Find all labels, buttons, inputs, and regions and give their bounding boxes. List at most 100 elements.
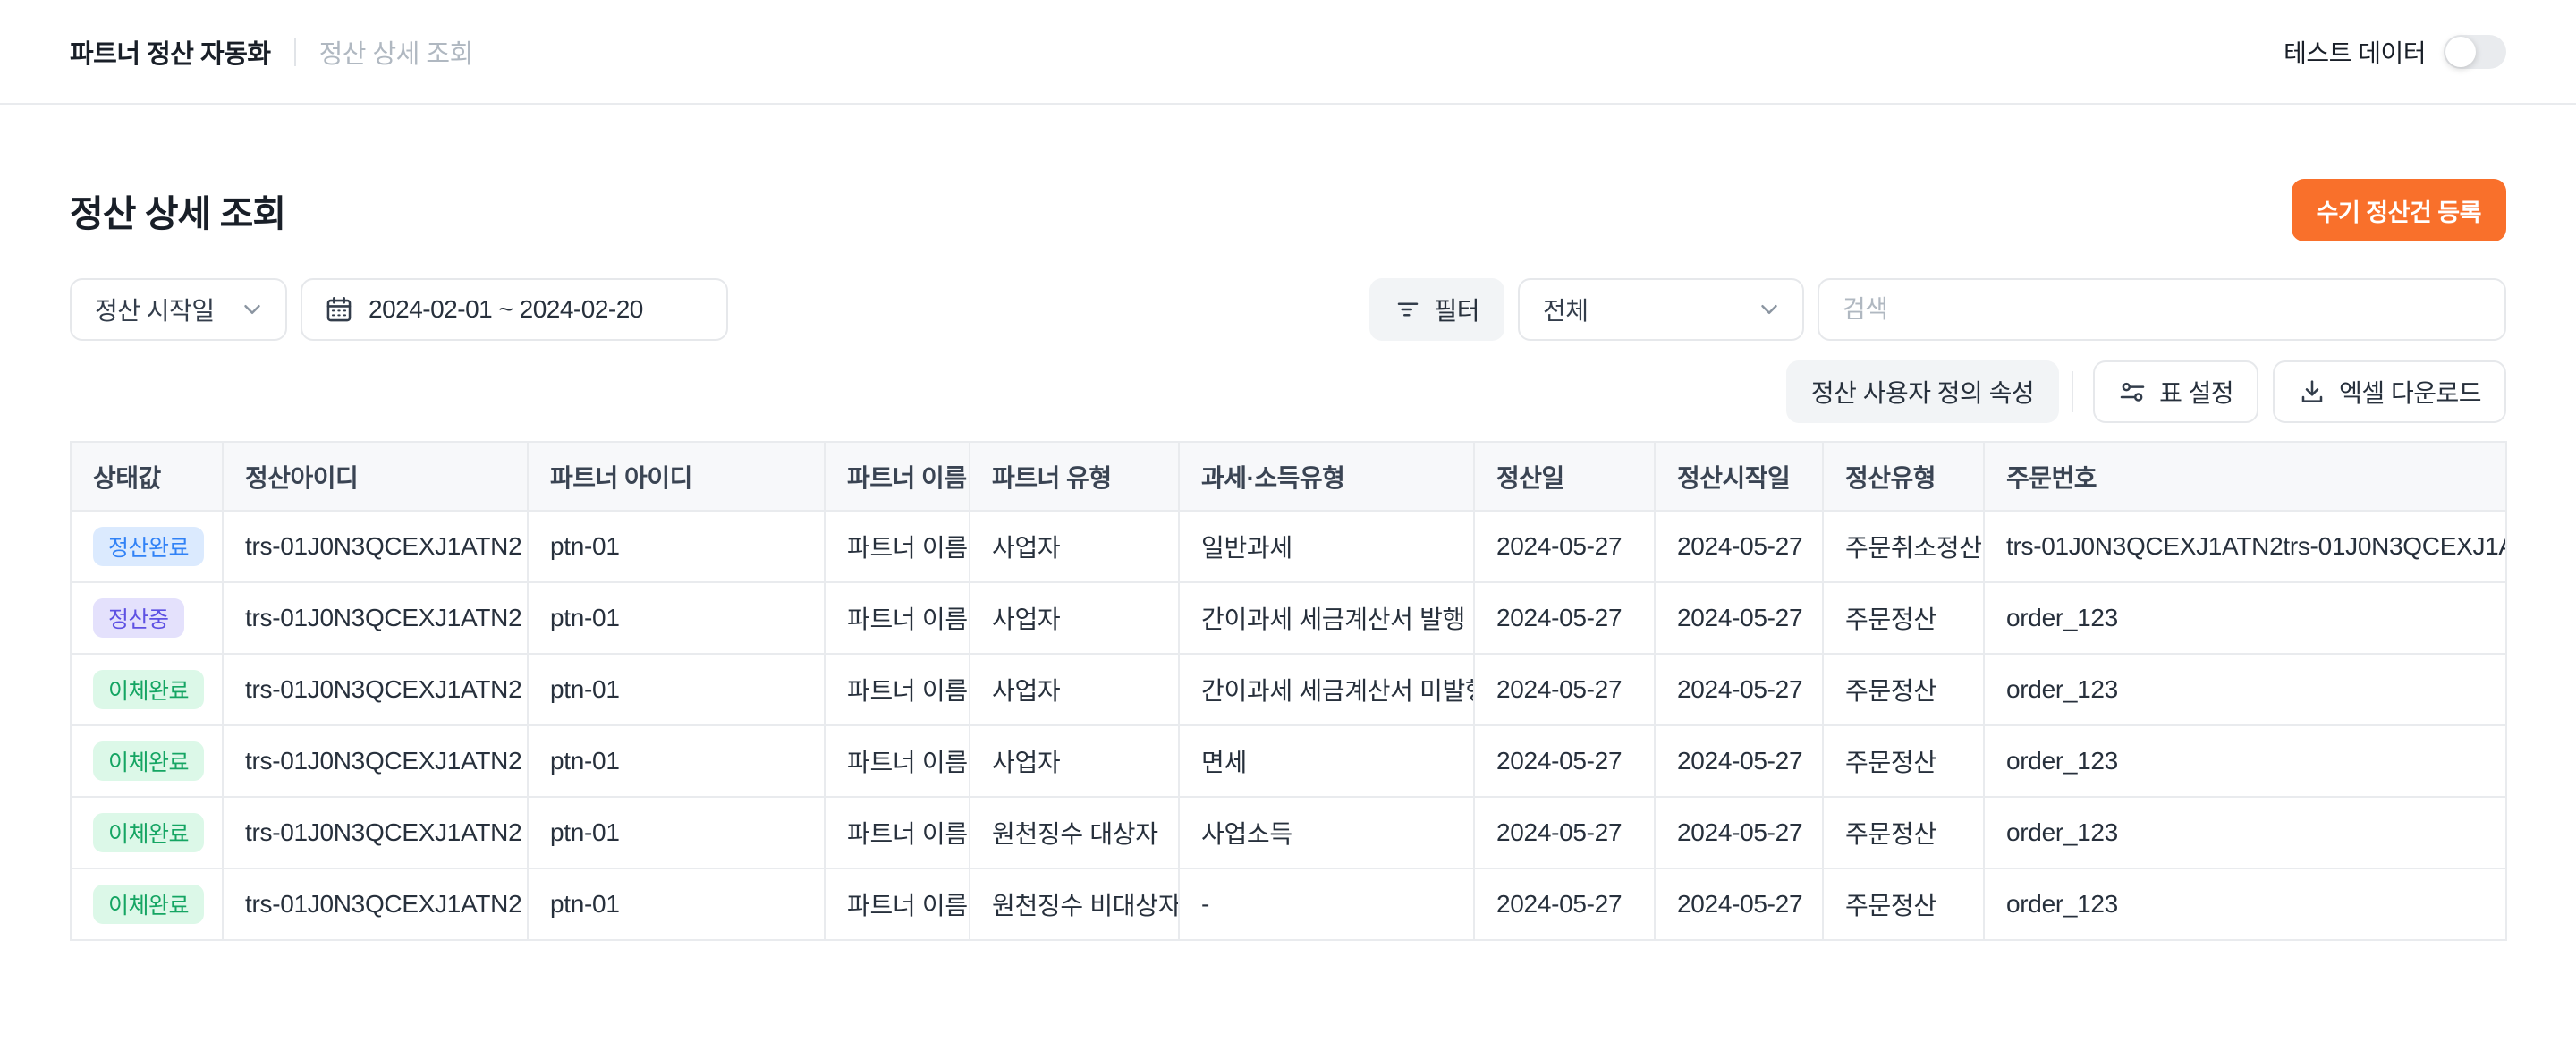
excel-download-button[interactable]: 엑셀 다운로드 [2273, 360, 2506, 423]
date-range-picker[interactable]: 2024-02-01 ~ 2024-02-20 [301, 278, 728, 341]
column-header: 파트너 유형 [970, 442, 1179, 511]
table-cell: 면세 [1179, 725, 1474, 797]
status-badge: 이체완료 [93, 885, 204, 924]
status-badge: 정산중 [93, 598, 184, 638]
table-row[interactable]: 정산중trs-01J0N3QCEXJ1ATN2ptn-01파트너 이름사업자간이… [71, 582, 2506, 654]
status-cell: 정산완료 [71, 511, 223, 582]
table-cell: trs-01J0N3QCEXJ1ATN2 [223, 797, 528, 868]
table-cell: trs-01J0N3QCEXJ1ATN2 [223, 868, 528, 940]
status-cell: 이체완료 [71, 868, 223, 940]
table-cell: ptn-01 [528, 868, 825, 940]
table-cell: order_123 [1984, 654, 2506, 725]
column-header: 정산아이디 [223, 442, 528, 511]
table-cell: 파트너 이름 [825, 654, 970, 725]
table-cell: order_123 [1984, 797, 2506, 868]
test-data-toggle[interactable] [2444, 35, 2506, 69]
status-cell: 이체완료 [71, 725, 223, 797]
table-cell: order_123 [1984, 868, 2506, 940]
table-cell: 주문정산 [1823, 868, 1984, 940]
column-header: 주문번호 [1984, 442, 2506, 511]
table-cell: 주문정산 [1823, 654, 1984, 725]
top-bar: 파트너 정산 자동화 정산 상세 조회 테스트 데이터 [0, 0, 2576, 105]
excel-download-label: 엑셀 다운로드 [2339, 374, 2481, 410]
table-cell: trs-01J0N3QCEXJ1ATN2 [223, 582, 528, 654]
table-cell: ptn-01 [528, 582, 825, 654]
table-cell: 파트너 이름 [825, 511, 970, 582]
table-cell: 주문정산 [1823, 582, 1984, 654]
table-cell: 2024-05-27 [1474, 725, 1655, 797]
table-cell: 사업자 [970, 582, 1179, 654]
table-cell: 2024-05-27 [1655, 511, 1823, 582]
column-header: 과세·소득유형 [1179, 442, 1474, 511]
status-badge: 정산완료 [93, 527, 204, 566]
toolbar-divider [2072, 371, 2073, 412]
table-cell: 일반과세 [1179, 511, 1474, 582]
scope-dropdown[interactable]: 전체 [1518, 278, 1804, 341]
test-data-label: 테스트 데이터 [2284, 34, 2426, 70]
table-row[interactable]: 이체완료 trs-01J0N3QCEXJ1ATN2ptn-01파트너 이름사업자면… [71, 725, 2506, 797]
calendar-icon [324, 294, 354, 325]
custom-attributes-button[interactable]: 정산 사용자 정의 속성 [1786, 360, 2059, 423]
table-cell: 간이과세 세금계산서 미발행 [1179, 654, 1474, 725]
table-cell: order_123 [1984, 582, 2506, 654]
table-row[interactable]: 정산완료trs-01J0N3QCEXJ1ATN2ptn-01파트너 이름사업자일… [71, 511, 2506, 582]
breadcrumb-separator [294, 38, 296, 66]
table-cell: 간이과세 세금계산서 발행 [1179, 582, 1474, 654]
filter-lines-icon [1394, 296, 1421, 323]
breadcrumb-current: 정산 상세 조회 [319, 33, 473, 71]
status-badge: 이체완료 [93, 741, 204, 781]
filter-button-label: 필터 [1434, 292, 1479, 327]
settlement-table: 상태값정산아이디파트너 아이디파트너 이름파트너 유형과세·소득유형정산일정산시… [70, 441, 2507, 941]
scope-dropdown-value: 전체 [1543, 292, 1589, 327]
filter-row: 정산 시작일 2024-02-01 ~ 2024-02-20 [70, 278, 2506, 341]
status-cell: 정산중 [71, 582, 223, 654]
test-data-control: 테스트 데이터 [2284, 34, 2506, 70]
search-input[interactable] [1818, 278, 2506, 341]
table-cell: - [1179, 868, 1474, 940]
table-cell: 원천징수 비대상자 [970, 868, 1179, 940]
column-header: 파트너 이름 [825, 442, 970, 511]
table-cell: ptn-01 [528, 725, 825, 797]
table-cell: 파트너 이름 [825, 725, 970, 797]
chevron-down-icon [239, 296, 266, 323]
date-range-value: 2024-02-01 ~ 2024-02-20 [369, 295, 643, 324]
status-cell: 이체완료 [71, 797, 223, 868]
table-settings-label: 표 설정 [2159, 374, 2233, 410]
table-row[interactable]: 이체완료trs-01J0N3QCEXJ1ATN2ptn-01파트너 이름원천징수… [71, 868, 2506, 940]
table-cell: 사업소득 [1179, 797, 1474, 868]
chevron-down-icon [1756, 296, 1783, 323]
table-cell: 2024-05-27 [1655, 582, 1823, 654]
column-header: 상태값 [71, 442, 223, 511]
main-content: 정산 상세 조회 수기 정산건 등록 정산 시작일 [0, 178, 2576, 941]
column-header: 정산시작일 [1655, 442, 1823, 511]
table-cell: 사업자 [970, 725, 1179, 797]
table-cell: 2024-05-27 [1655, 797, 1823, 868]
table-cell: 원천징수 대상자 [970, 797, 1179, 868]
column-header: 정산일 [1474, 442, 1655, 511]
table-row[interactable]: 이체완료trs-01J0N3QCEXJ1ATN2ptn-01파트너 이름사업자간… [71, 654, 2506, 725]
table-settings-button[interactable]: 표 설정 [2093, 360, 2258, 423]
status-cell: 이체완료 [71, 654, 223, 725]
page-title: 정산 상세 조회 [70, 183, 285, 237]
table-cell: ptn-01 [528, 654, 825, 725]
date-field-dropdown[interactable]: 정산 시작일 [70, 278, 287, 341]
table-cell: ptn-01 [528, 797, 825, 868]
table-cell: 2024-05-27 [1474, 582, 1655, 654]
table-cell: 2024-05-27 [1474, 511, 1655, 582]
table-cell: trs-01J0N3QCEXJ1ATN2 [223, 725, 528, 797]
table-body: 정산완료trs-01J0N3QCEXJ1ATN2ptn-01파트너 이름사업자일… [71, 511, 2506, 940]
table-cell: 2024-05-27 [1655, 725, 1823, 797]
column-header: 파트너 아이디 [528, 442, 825, 511]
app-title[interactable]: 파트너 정산 자동화 [70, 33, 271, 71]
table-cell: 주문취소정산 [1823, 511, 1984, 582]
table-cell: ptn-01 [528, 511, 825, 582]
status-badge: 이체완료 [93, 813, 204, 852]
table-cell: 사업자 [970, 654, 1179, 725]
table-cell: 주문정산 [1823, 725, 1984, 797]
table-cell: 2024-05-27 [1655, 654, 1823, 725]
filter-button[interactable]: 필터 [1369, 278, 1504, 341]
manual-settlement-register-button[interactable]: 수기 정산건 등록 [2292, 179, 2506, 241]
toggle-knob-icon [2445, 37, 2476, 67]
table-row[interactable]: 이체완료trs-01J0N3QCEXJ1ATN2ptn-01파트너 이름원천징수… [71, 797, 2506, 868]
breadcrumb: 파트너 정산 자동화 정산 상세 조회 [70, 33, 473, 71]
